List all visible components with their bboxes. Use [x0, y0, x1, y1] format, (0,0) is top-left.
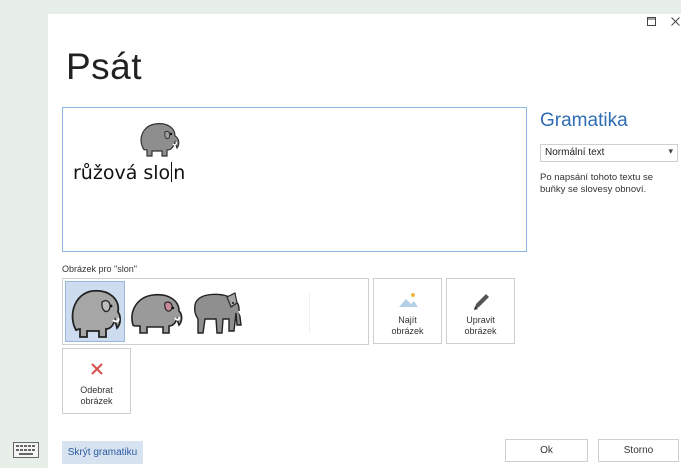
picture-option-elephant-2[interactable]: [127, 281, 187, 342]
image-search-icon: [374, 291, 441, 311]
divider: [309, 293, 310, 333]
left-panel: [0, 0, 48, 468]
cancel-button[interactable]: Storno: [598, 439, 679, 462]
grammar-title: Gramatika: [540, 110, 628, 131]
grammar-mode-select[interactable]: Normální text ▾: [540, 144, 678, 162]
page-title: Psát: [66, 46, 143, 87]
remove-x-icon: [63, 361, 130, 381]
hide-grammar-button[interactable]: Skrýt gramatiku: [62, 441, 143, 464]
picture-label: Obrázek pro "slon": [62, 264, 137, 274]
grammar-note: Po napsání tohoto textu se buňky se slov…: [540, 172, 654, 195]
edit-picture-label: Upravit obrázek: [464, 315, 497, 336]
chevron-down-icon: ▾: [668, 146, 673, 156]
editor-text: růžová slo n: [73, 162, 185, 184]
text-after-caret: n: [173, 162, 186, 184]
ok-button[interactable]: Ok: [505, 439, 588, 462]
edit-picture-button[interactable]: Upravit obrázek: [446, 278, 515, 344]
picture-option-elephant-3[interactable]: [189, 281, 249, 342]
remove-picture-button[interactable]: Odebrat obrázek: [62, 348, 131, 414]
text-editor[interactable]: růžová slo n: [62, 107, 527, 252]
picture-option-elephant-1[interactable]: [65, 281, 125, 342]
close-icon[interactable]: [671, 15, 680, 29]
elephant-symbol: [140, 123, 180, 157]
find-picture-button[interactable]: Najít obrázek: [373, 278, 442, 344]
maximize-icon[interactable]: [647, 15, 656, 29]
remove-picture-label: Odebrat obrázek: [80, 385, 113, 406]
grammar-mode-value: Normální text: [545, 147, 605, 158]
pencil-icon: [447, 291, 514, 311]
keyboard-icon[interactable]: [13, 442, 39, 458]
picture-options: [62, 278, 369, 345]
text-before-caret: růžová slo: [73, 162, 171, 184]
find-picture-label: Najít obrázek: [391, 315, 424, 336]
